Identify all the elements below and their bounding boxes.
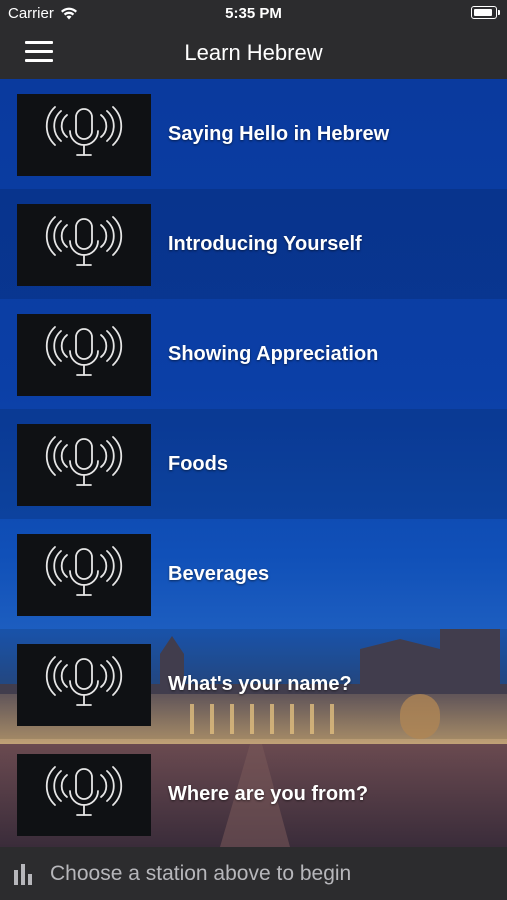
player-status-text: Choose a station above to begin [50,861,352,885]
lesson-title: Foods [168,452,228,475]
lesson-title: Saying Hello in Hebrew [168,122,390,145]
lesson-thumbnail [17,204,151,286]
navigation-bar: Learn Hebrew [0,28,507,79]
microphone-broadcast-icon [42,215,126,276]
lesson-thumbnail [17,424,151,506]
lesson-row[interactable]: What's your name? [0,629,507,739]
lesson-row[interactable]: Where are you from? [0,739,507,847]
lesson-title: What's your name? [168,672,352,695]
lesson-row[interactable]: Saying Hello in Hebrew [0,79,507,189]
lesson-thumbnail [17,94,151,176]
lesson-thumbnail [17,314,151,396]
page-title: Learn Hebrew [184,40,323,65]
microphone-broadcast-icon [42,655,126,716]
lesson-title: Showing Appreciation [168,342,379,365]
lesson-row[interactable]: Beverages [0,519,507,629]
lesson-thumbnail [17,754,151,836]
player-bar[interactable]: Choose a station above to begin [0,847,507,900]
lesson-list[interactable]: Saying Hello in Hebrew Introducing Yours… [0,79,507,847]
lesson-title: Where are you from? [168,782,369,805]
status-bar: Carrier 5:35 PM [0,0,507,28]
lesson-title: Beverages [168,562,270,585]
microphone-broadcast-icon [42,435,126,496]
battery-icon [471,6,500,19]
lesson-row[interactable]: Foods [0,409,507,519]
lesson-thumbnail [17,644,151,726]
microphone-broadcast-icon [42,545,126,606]
microphone-broadcast-icon [42,105,126,166]
lesson-row[interactable]: Showing Appreciation [0,299,507,409]
equalizer-bars-icon [14,863,32,885]
lesson-thumbnail [17,534,151,616]
status-time: 5:35 PM [225,5,282,22]
microphone-broadcast-icon [42,325,126,386]
microphone-broadcast-icon [42,765,126,826]
lesson-row[interactable]: Introducing Yourself [0,189,507,299]
lesson-title: Introducing Yourself [168,232,362,255]
